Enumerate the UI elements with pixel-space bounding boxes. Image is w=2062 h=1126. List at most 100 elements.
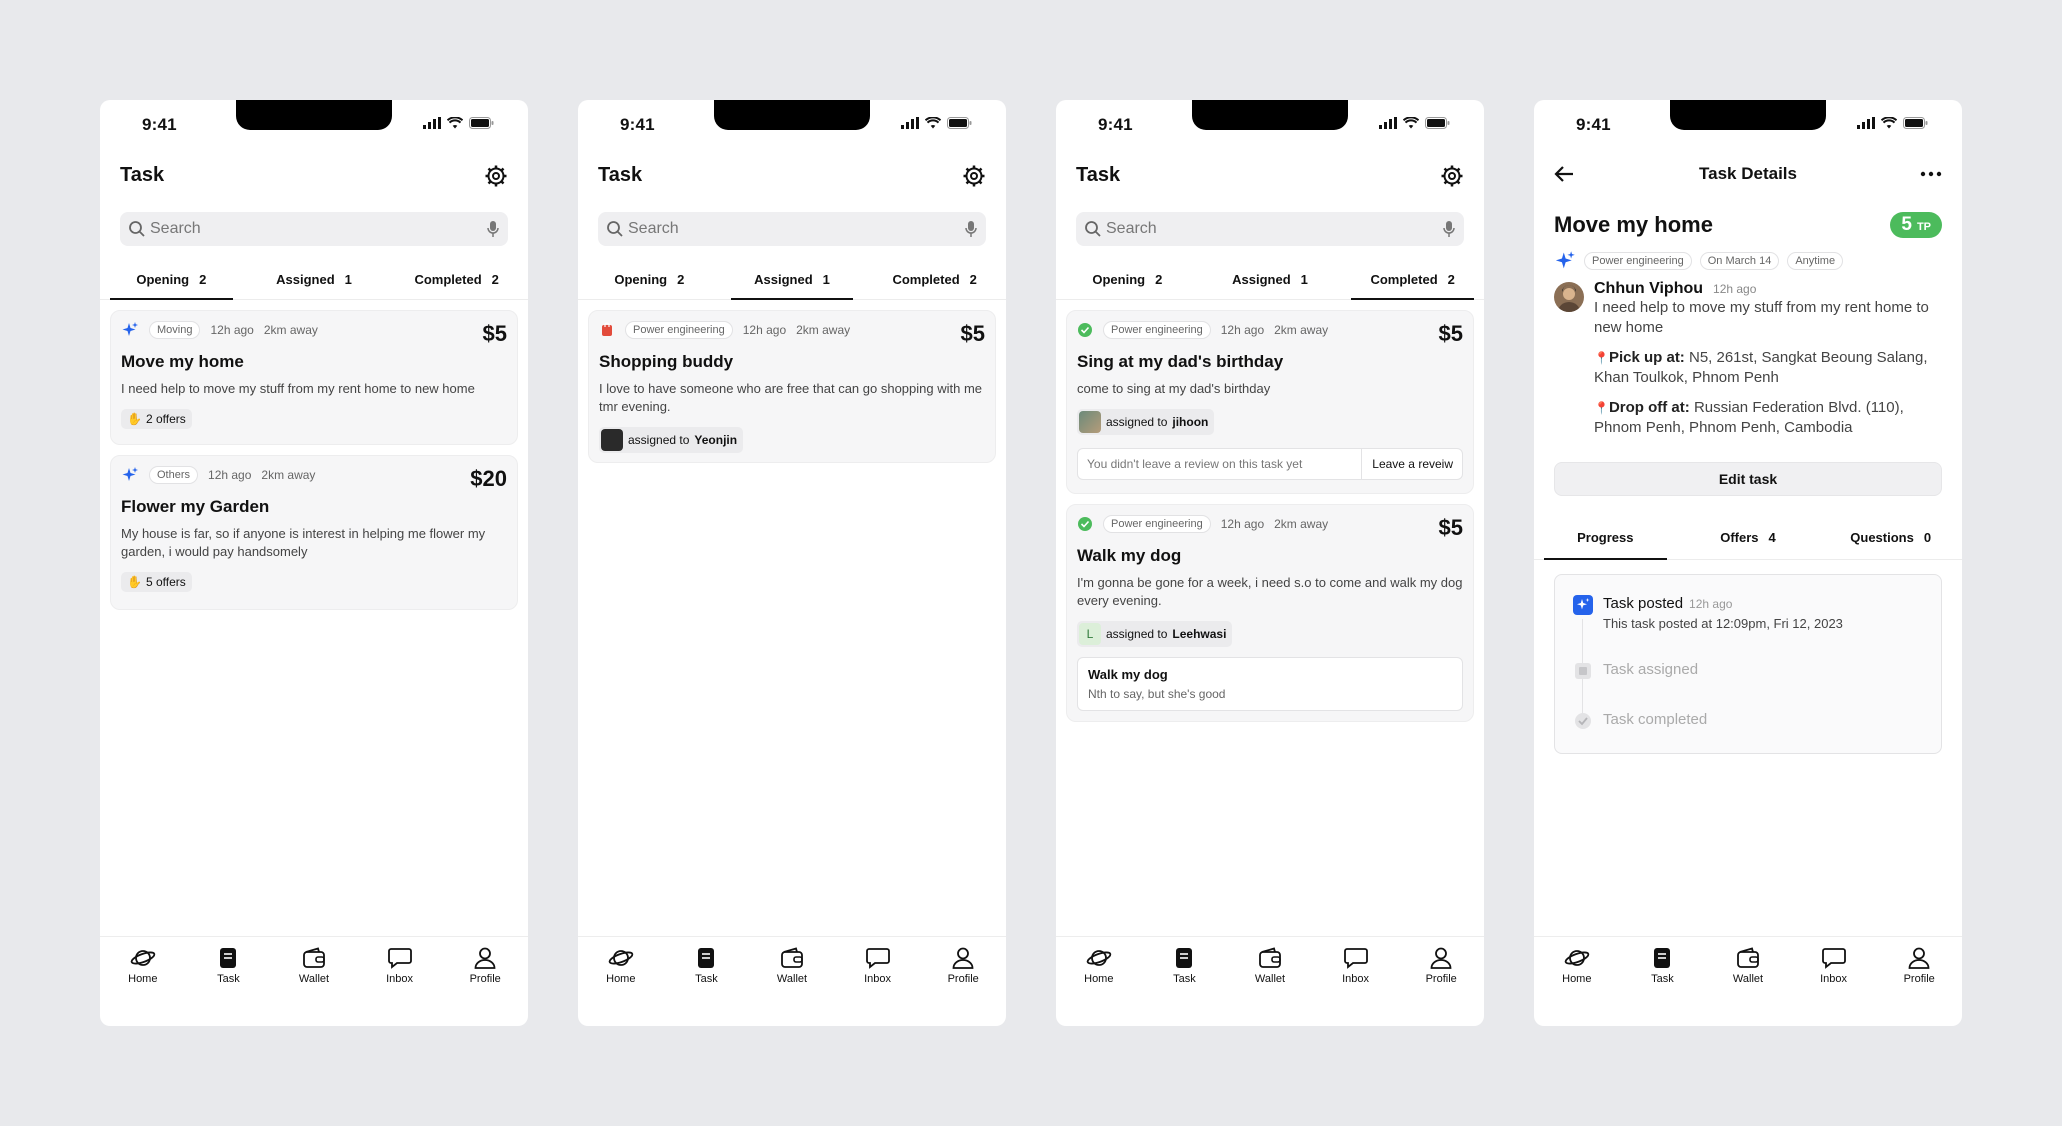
status-bar: 9:41	[100, 100, 528, 148]
tab-assigned[interactable]: Assigned 1	[721, 264, 864, 300]
nav-inbox[interactable]: Inbox	[357, 937, 443, 1026]
task-price: $5	[482, 321, 507, 346]
time-chip: Anytime	[1787, 252, 1844, 270]
signal-icon	[423, 117, 441, 129]
search-icon	[607, 221, 623, 237]
tab-opening[interactable]: Opening 2	[1056, 264, 1199, 299]
microphone-icon[interactable]	[965, 220, 977, 238]
nav-profile[interactable]: Profile	[442, 937, 528, 1026]
task-card[interactable]: Power engineering 12h ago 2km away $5 Sh…	[588, 310, 996, 463]
nav-wallet[interactable]: Wallet	[1227, 937, 1313, 1026]
assignee-badge[interactable]: L assigned to Leehwasi	[1077, 621, 1233, 647]
nav-inbox[interactable]: Inbox	[1313, 937, 1399, 1026]
tab-progress[interactable]: Progress	[1534, 516, 1677, 560]
microphone-icon[interactable]	[487, 220, 499, 238]
task-description: I need help to move my stuff from my ren…	[1594, 299, 1929, 336]
assignee-badge[interactable]: assigned to Yeonjin	[599, 427, 744, 453]
search-input[interactable]: Search	[1076, 212, 1464, 246]
task-description: come to sing at my dad's birthday	[1077, 381, 1271, 396]
notch	[1192, 100, 1348, 130]
status-time: 9:41	[1576, 115, 1611, 134]
nav-inbox[interactable]: Inbox	[835, 937, 921, 1026]
planet-icon	[1564, 950, 1590, 966]
tab-completed[interactable]: Completed 2	[1341, 264, 1484, 300]
nav-home[interactable]: Home	[578, 937, 664, 1026]
tab-assigned[interactable]: Assigned 1	[1199, 264, 1342, 299]
status-bar: 9:41	[1534, 100, 1962, 148]
search-input[interactable]: Search	[120, 212, 508, 246]
status-time: 9:41	[142, 115, 177, 134]
task-icon	[698, 948, 715, 968]
gear-icon[interactable]	[1440, 164, 1464, 188]
nav-wallet[interactable]: Wallet	[749, 937, 835, 1026]
nav-wallet[interactable]: Wallet	[271, 937, 357, 1026]
step-completed: Task completed	[1573, 711, 1707, 731]
pickup-location: 📍Pick up at: N5, 261st, Sangkat Beoung S…	[1594, 349, 1928, 386]
assignee-badge[interactable]: assigned to jihoon	[1077, 409, 1215, 435]
detail-tabs: Progress Offers 4 Questions 0	[1534, 516, 1962, 560]
nav-profile[interactable]: Profile	[920, 937, 1006, 1026]
leave-review-button[interactable]: Leave a reveiw	[1361, 448, 1453, 480]
task-card[interactable]: Moving 12h ago 2km away $5 Move my home …	[110, 310, 518, 445]
task-tabs: Opening 2 Assigned 1 Completed 2	[1056, 264, 1484, 300]
category-chip: Power engineering	[1584, 252, 1692, 270]
task-card[interactable]: Others 12h ago 2km away $20 Flower my Ga…	[110, 455, 518, 610]
nav-home[interactable]: Home	[1534, 937, 1620, 1026]
task-card[interactable]: Power engineering 12h ago 2km away $5 Wa…	[1066, 504, 1474, 722]
nav-profile[interactable]: Profile	[1398, 937, 1484, 1026]
task-tags: Power engineering On March 14 Anytime	[1554, 250, 1844, 272]
nav-profile[interactable]: Profile	[1876, 937, 1962, 1026]
more-options-icon[interactable]	[1920, 165, 1942, 183]
nav-home[interactable]: Home	[100, 937, 186, 1026]
review-note: You didn't leave a review on this task y…	[1087, 457, 1303, 471]
category-chip: Moving	[149, 321, 201, 339]
tab-opening[interactable]: Opening 2	[578, 264, 721, 299]
task-card[interactable]: Power engineering 12h ago 2km away $5 Si…	[1066, 310, 1474, 494]
tab-offers[interactable]: Offers 4	[1677, 516, 1820, 559]
search-placeholder: Search	[628, 220, 679, 237]
nav-task[interactable]: Task	[186, 937, 272, 1026]
nav-home[interactable]: Home	[1056, 937, 1142, 1026]
task-title: Move my home	[121, 352, 244, 371]
nav-task[interactable]: Task	[664, 937, 750, 1026]
chat-icon	[865, 948, 890, 969]
wifi-icon	[925, 117, 941, 129]
category-chip: Power engineering	[1103, 321, 1211, 339]
avatar: L	[1079, 623, 1101, 645]
review-title: Walk my dog	[1088, 667, 1168, 682]
user-icon	[474, 947, 496, 969]
hand-icon: ✋	[127, 412, 142, 426]
tab-completed[interactable]: Completed 2	[385, 264, 528, 299]
posted-ago: 12h ago	[1713, 282, 1757, 296]
signal-icon	[901, 117, 919, 129]
nav-task[interactable]: Task	[1620, 937, 1706, 1026]
edit-task-button[interactable]: Edit task	[1554, 462, 1942, 496]
tab-questions[interactable]: Questions 0	[1819, 516, 1962, 559]
nav-wallet[interactable]: Wallet	[1705, 937, 1791, 1026]
microphone-icon[interactable]	[1443, 220, 1455, 238]
wifi-icon	[1403, 117, 1419, 129]
points-badge: 5 TP	[1890, 212, 1942, 238]
task-list: Power engineering 12h ago 2km away $5 Sh…	[578, 300, 1006, 463]
planet-icon	[1086, 950, 1112, 966]
sparkle-icon	[122, 322, 138, 336]
task-title: Walk my dog	[1077, 546, 1182, 565]
search-input[interactable]: Search	[598, 212, 986, 246]
pin-icon: 📍	[1594, 351, 1609, 365]
step-assigned: Task assigned	[1573, 661, 1698, 681]
search-icon	[1085, 221, 1101, 237]
tab-opening[interactable]: Opening 2	[100, 264, 243, 300]
tab-assigned[interactable]: Assigned 1	[243, 264, 386, 299]
gear-icon[interactable]	[484, 164, 508, 188]
planet-icon	[130, 950, 156, 966]
offers-badge: ✋ 5 offers	[121, 572, 192, 592]
gear-icon[interactable]	[962, 164, 986, 188]
tab-completed[interactable]: Completed 2	[863, 264, 1006, 299]
category-chip: Power engineering	[1103, 515, 1211, 533]
notch	[236, 100, 392, 130]
task-icon	[1176, 948, 1193, 968]
nav-task[interactable]: Task	[1142, 937, 1228, 1026]
nav-inbox[interactable]: Inbox	[1791, 937, 1877, 1026]
date-chip: On March 14	[1699, 252, 1780, 270]
user-icon	[1430, 947, 1452, 969]
